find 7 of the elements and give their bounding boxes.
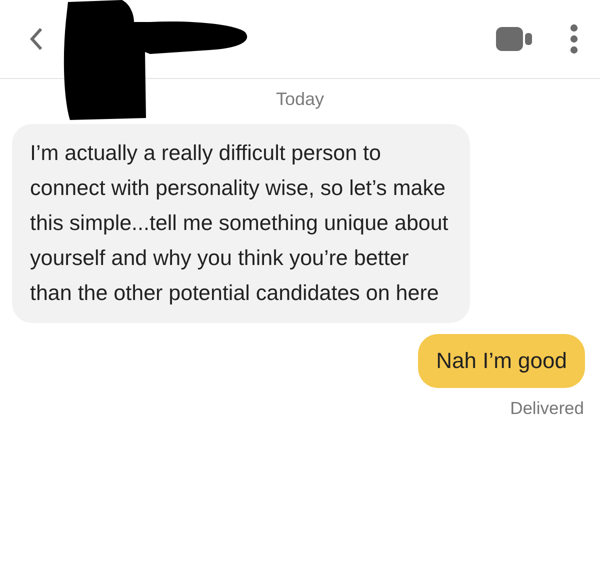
delivery-status: Delivered bbox=[510, 397, 584, 420]
back-icon[interactable] bbox=[28, 26, 44, 52]
date-divider: Today bbox=[274, 88, 326, 110]
incoming-message: I’m actually a really difficult person to connect with personality wise, so let’s make this simple...tell me something unique about yourself and why you think you’re better than the other potential candidates on here bbox=[12, 124, 470, 323]
outgoing-message: Nah I’m good bbox=[418, 334, 585, 388]
video-call-icon[interactable] bbox=[496, 27, 532, 51]
more-options-icon[interactable] bbox=[570, 24, 578, 54]
